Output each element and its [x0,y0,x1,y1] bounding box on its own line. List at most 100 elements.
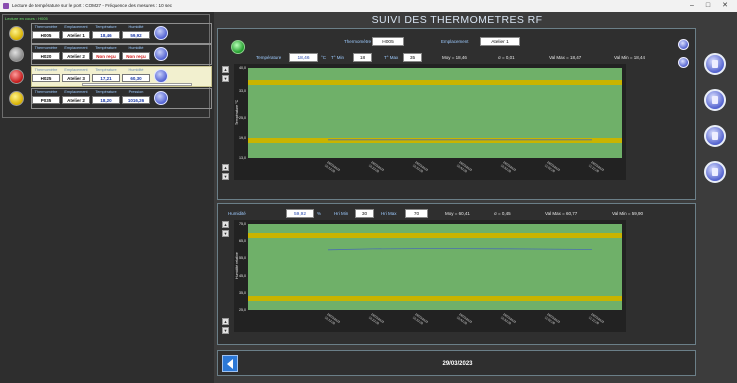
sensor-row[interactable]: Thermomètre H005 Emplacement Atelier 1 Tempé… [9,23,212,44]
sensor-value: Non reçu [92,52,120,60]
hmax-field[interactable]: 70 [405,209,428,218]
sensor-value: 18,20 [92,96,120,104]
scroll-up-button[interactable]: ▲ [222,318,229,325]
tmin-label: T° Min [331,55,345,60]
tmax-label: T° Max [384,55,399,60]
sensor-col-header: Température [95,25,117,29]
temp-value-field: 18,46 [289,53,318,62]
sensor-status-icon [9,69,24,84]
report-icon[interactable] [704,89,726,111]
app-icon [3,3,9,9]
save-icon[interactable] [704,161,726,183]
humidity-panel: Humidité 59,92 % Hri Min 30 Hri Max 70 M… [217,203,696,345]
export-icon[interactable] [678,39,689,50]
date-panel: 29/03/2023 [217,350,696,376]
sensor-col-header: Humidité [128,46,144,50]
temp-valmax: Val Max = 18,47 [549,55,582,60]
print-icon[interactable] [704,125,726,147]
sensor-status-icon [9,26,24,41]
temp-valmin: Val Min = 18,44 [614,55,646,60]
sensor-value: P035 [32,96,60,104]
scroll-up-button[interactable]: ▲ [222,221,229,228]
sensor-col-header: Thermomètre [34,90,58,94]
temperature-panel: Thermomètre H005 Emplacement Atelier 1 T… [217,28,696,200]
emplacement-field[interactable]: Atelier 1 [480,37,520,46]
temp-sigma: σ = 0,01 [498,55,515,60]
emplacement-label: Emplacement [441,39,469,44]
sensor-list: Lecture en cours : H005 Thermomètre H005 E… [2,14,212,118]
sensor-value: H020 [32,52,60,60]
sensor-value: Non reçu [122,52,150,60]
sensor-col-header: Emplacement [64,68,88,72]
sensor-value: Atelier 1 [62,31,90,39]
tmin-field[interactable]: 18 [353,53,372,62]
sensor-col-header: Thermomètre [34,46,58,50]
sensor-status-icon [9,47,24,62]
series-line [327,248,593,251]
sensor-col-header: Température [95,68,117,72]
close-button[interactable]: ✕ [717,0,733,12]
sensor-detail-button[interactable] [154,26,168,40]
temp-unit: °C [321,55,327,60]
hum-valmax: Val Max = 60,77 [545,211,578,216]
sensor-detail-button[interactable] [154,69,168,83]
scroll-down-button[interactable]: ▼ [222,327,229,334]
settings-icon[interactable] [678,57,689,68]
window-titlebar: Lecture de température sur le port : COM… [0,0,737,12]
window-title: Lecture de température sur le port : COM… [12,3,173,8]
sensor-value: Atelier 2 [62,52,90,60]
sensor-col-header: Emplacement [64,25,88,29]
hmax-label: Hri Max [381,211,397,216]
hmin-label: Hri Min [334,211,349,216]
hum-value-field: 59,92 [286,209,314,218]
sensor-row[interactable]: Thermomètre H025 Emplacement Atelier 3 Tempé… [9,66,212,87]
scroll-up-button[interactable]: ▲ [222,164,229,171]
sensor-value: 59,92 [122,31,150,39]
hum-label: Humidité [228,211,246,216]
scroll-down-button[interactable]: ▼ [222,230,229,237]
sensor-col-header: Température [95,90,117,94]
sensor-value: H005 [32,31,60,39]
sensor-col-header: Humidité [128,68,144,72]
temperature-chart: 40,0 33,0 25,0 19,0 13,0 Température °C 29/03/… [234,64,626,180]
maximize-button[interactable]: □ [700,0,716,12]
sensor-row[interactable]: Thermomètre H020 Emplacement Atelier 2 Tempé… [9,44,212,65]
sensor-col-header: Température [95,46,117,50]
chart-svg [328,139,592,141]
scroll-down-button[interactable]: ▼ [222,75,229,82]
reading-label: Lecture en cours : H005 [5,16,48,21]
sensor-value: 1016,26 [122,96,150,104]
sensor-value: 60,30 [122,74,150,82]
chart-svg [327,248,593,251]
current-date: 29/03/2023 [442,361,473,367]
hmin-field[interactable]: 30 [355,209,374,218]
sensor-col-header: Emplacement [64,90,88,94]
thermometer-settings-icon[interactable] [704,53,726,75]
reading-progress [82,83,192,86]
sensor-value: 17,21 [92,74,120,82]
sensor-value: 18,46 [92,31,120,39]
scroll-down-button[interactable]: ▼ [222,173,229,180]
sensor-detail-button[interactable] [154,91,168,105]
humidity-chart: 75,0 65,0 55,0 45,0 35,0 25,0 Humidité relativ… [234,220,626,332]
scroll-up-button[interactable]: ▲ [222,66,229,73]
sensor-detail-button[interactable] [154,47,168,61]
thermo-field[interactable]: H005 [372,37,404,46]
thermo-label: Thermomètre [344,39,372,44]
sensor-value: H025 [32,74,60,82]
sensor-col-header: Emplacement [64,46,88,50]
minimize-button[interactable]: – [684,0,700,12]
sensor-col-header: Pression [128,90,144,94]
sensor-status-icon [9,91,24,106]
tmax-field[interactable]: 35 [403,53,422,62]
hum-unit: % [317,211,322,216]
hum-moy: Moy = 60,41 [445,211,470,216]
sensor-value: Atelier 3 [62,74,90,82]
sensor-col-header: Thermomètre [34,25,58,29]
sensor-row[interactable]: Thermomètre P035 Emplacement Atelier 2 Tempé… [9,88,212,109]
hum-valmin: Val Min = 59,90 [612,211,644,216]
status-led-icon [231,40,245,54]
page-title: SUIVI DES THERMOMETRES RF [371,14,543,26]
sensor-value: Atelier 2 [62,96,90,104]
sensor-col-header: Humidité [128,25,144,29]
